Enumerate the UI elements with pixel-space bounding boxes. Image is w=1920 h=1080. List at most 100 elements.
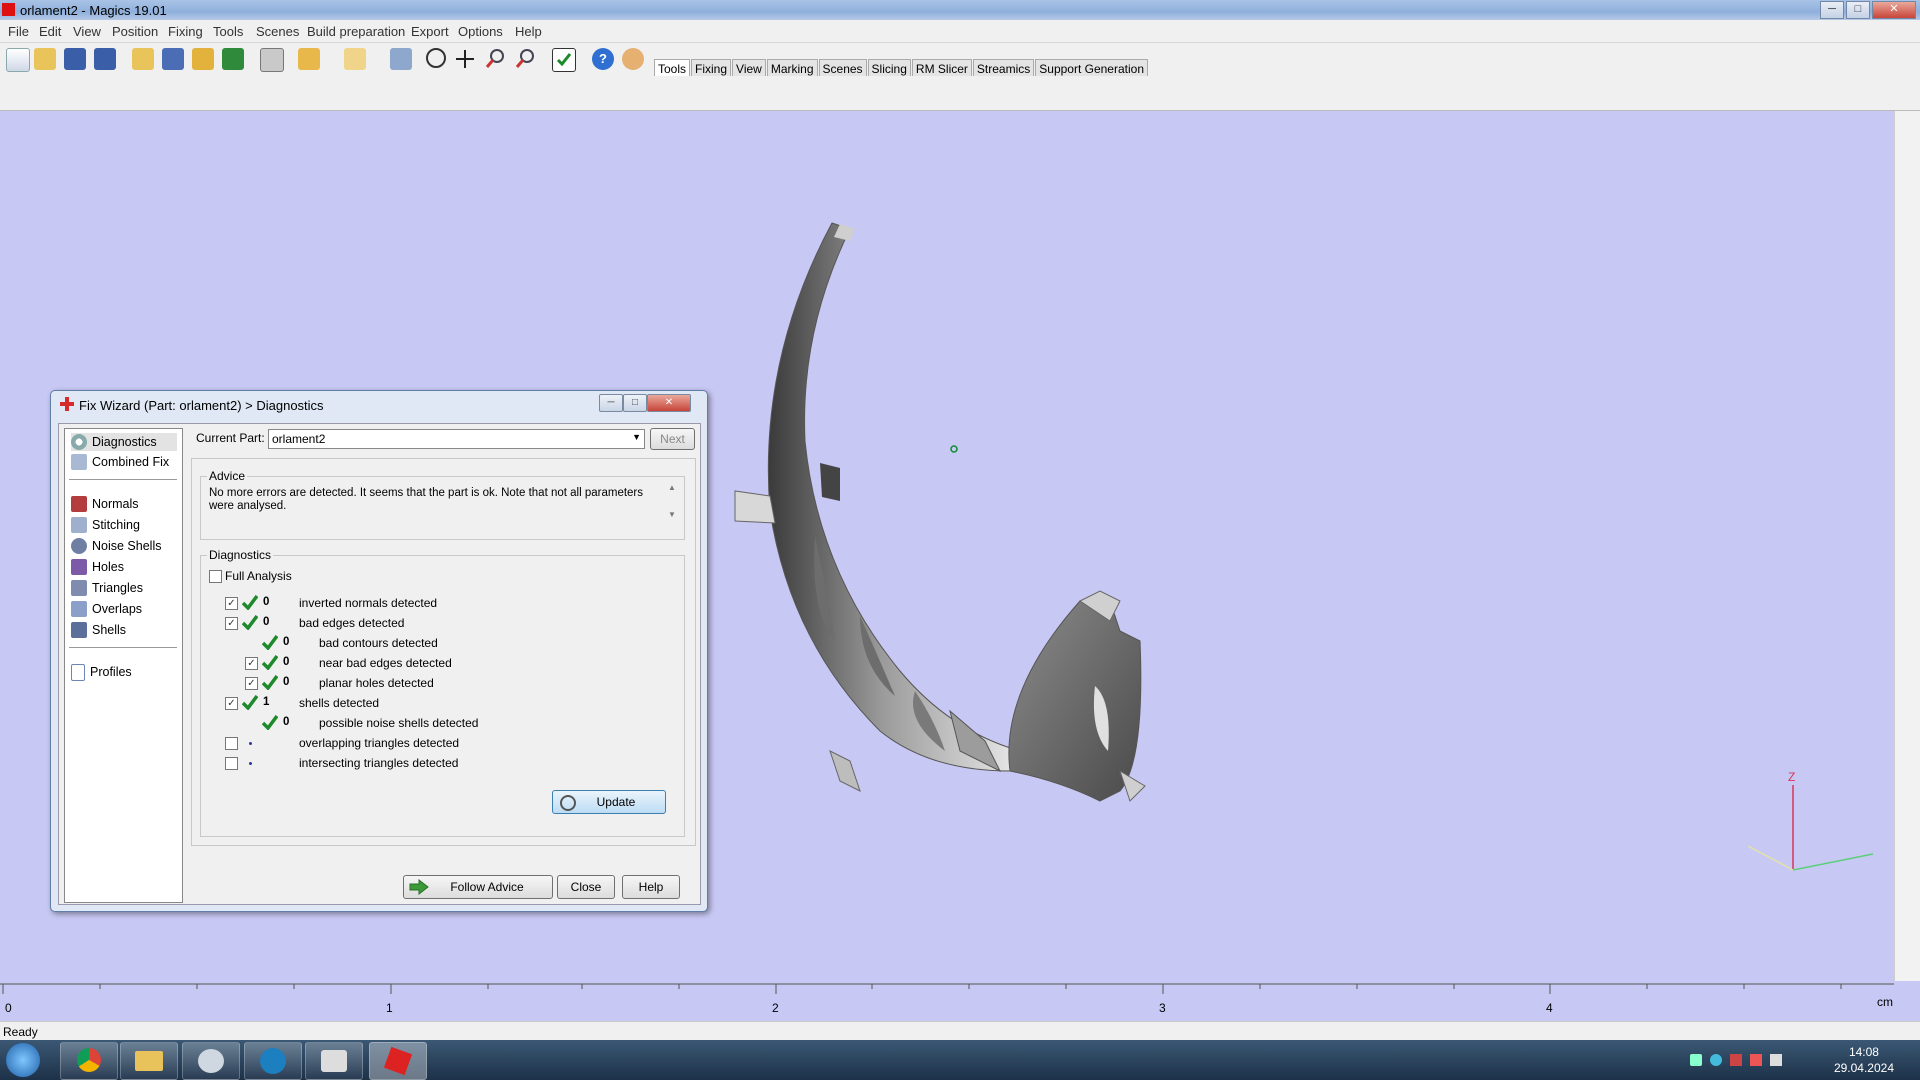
new-file-icon[interactable] — [6, 48, 30, 72]
nav-holes[interactable]: Holes — [71, 558, 124, 576]
clock[interactable]: 14:08 29.04.2024 — [1834, 1044, 1894, 1076]
z-axis-label: Z — [1788, 770, 1795, 784]
menu-file[interactable]: File — [8, 24, 29, 39]
tray-app-icon[interactable] — [1750, 1054, 1762, 1066]
nav-overlaps[interactable]: Overlaps — [71, 600, 142, 618]
load-part-icon[interactable] — [192, 48, 214, 70]
follow-advice-button[interactable]: Follow Advice — [403, 875, 553, 899]
minimize-button[interactable]: ─ — [1820, 1, 1844, 19]
close-dialog-button[interactable]: Close — [557, 875, 615, 899]
diagnostic-checkbox[interactable] — [225, 737, 238, 750]
tray-volume-icon[interactable] — [1770, 1054, 1782, 1066]
nav-stitching[interactable]: Stitching — [71, 516, 140, 534]
diagnostics-panel: Advice No more errors are detected. It s… — [191, 458, 696, 846]
magnifier-icon — [71, 434, 87, 450]
advice-title: Advice — [207, 469, 248, 483]
nav-divider-2 — [69, 647, 177, 648]
zoom-fit-icon[interactable] — [514, 48, 536, 70]
nav-noise-shells[interactable]: Noise Shells — [71, 537, 161, 555]
ruler-label-0: 0 — [5, 1001, 12, 1015]
menu-options[interactable]: Options — [458, 24, 503, 39]
v8-taskbar-icon[interactable] — [244, 1042, 302, 1080]
combined-fix-icon — [71, 454, 87, 470]
diagnostic-label: intersecting triangles detected — [299, 756, 459, 770]
nav-combined-fix[interactable]: Combined Fix — [71, 453, 169, 471]
full-analysis-label: Full Analysis — [225, 569, 292, 583]
nav-shells[interactable]: Shells — [71, 621, 126, 639]
app-icon — [2, 3, 15, 16]
dialog-close-button[interactable]: ✕ — [647, 394, 691, 412]
menu-position[interactable]: Position — [112, 24, 158, 39]
assistant-icon[interactable] — [622, 48, 644, 70]
tray-skype-icon[interactable] — [1710, 1054, 1722, 1066]
rotate-view-icon[interactable] — [426, 48, 446, 68]
nav-normals[interactable]: Normals — [71, 495, 139, 513]
check-icon — [242, 695, 258, 710]
status-bar: Ready — [0, 1021, 1920, 1041]
nav-triangles[interactable]: Triangles — [71, 579, 143, 597]
checklist-icon[interactable] — [552, 48, 576, 72]
magics-taskbar-icon[interactable] — [369, 1042, 427, 1080]
diagnostics-group: Diagnostics Full Analysis ✓ 0 inverted nor… — [200, 548, 685, 837]
dialog-minimize-button[interactable]: ─ — [599, 394, 623, 412]
window-title: orlament2 - Magics 19.01 — [20, 3, 167, 18]
tray-flag-icon[interactable] — [1730, 1054, 1742, 1066]
diagnostic-count: 0 — [263, 616, 270, 628]
diagnostic-checkbox[interactable]: ✓ — [225, 597, 238, 610]
explorer-taskbar-icon[interactable] — [120, 1042, 178, 1080]
diagnostic-count: 0 — [283, 676, 290, 688]
menu-view[interactable]: View — [73, 24, 101, 39]
menu-build-preparation[interactable]: Build preparation — [307, 24, 405, 39]
print-icon[interactable] — [260, 48, 284, 72]
system-tray[interactable] — [1690, 1054, 1810, 1068]
diagnostic-count: 0 — [263, 596, 270, 608]
full-analysis-checkbox[interactable] — [209, 570, 222, 583]
side-panel-scrollbar[interactable] — [1894, 111, 1920, 981]
chrome-taskbar-icon[interactable] — [60, 1042, 118, 1080]
advice-scrollbar[interactable]: ▲ ▼ — [666, 483, 678, 531]
triangles-icon — [71, 580, 87, 596]
menu-export[interactable]: Export — [411, 24, 449, 39]
pan-icon[interactable] — [454, 48, 476, 70]
save-as-icon[interactable] — [94, 48, 116, 70]
close-button[interactable]: ✕ — [1872, 1, 1916, 19]
menu-tools[interactable]: Tools — [213, 24, 243, 39]
nav-profiles[interactable]: Profiles — [71, 663, 132, 681]
tray-network-icon[interactable] — [1690, 1054, 1702, 1066]
save-icon[interactable] — [64, 48, 86, 70]
start-button[interactable] — [6, 1043, 40, 1077]
diagnostic-checkbox[interactable]: ✓ — [225, 617, 238, 630]
import-icon[interactable] — [132, 48, 154, 70]
menu-edit[interactable]: Edit — [39, 24, 61, 39]
select-icon[interactable] — [390, 48, 412, 70]
open-folder-icon[interactable] — [34, 48, 56, 70]
holes-icon — [71, 559, 87, 575]
maximize-button[interactable]: □ — [1846, 1, 1870, 19]
diagnostic-checkbox[interactable]: ✓ — [245, 677, 258, 690]
unload-part-icon[interactable] — [222, 48, 244, 70]
rhino-taskbar-icon[interactable] — [305, 1042, 363, 1080]
menu-fixing[interactable]: Fixing — [168, 24, 203, 39]
help-icon[interactable]: ? — [592, 48, 614, 70]
zoom-icon[interactable] — [484, 48, 506, 70]
menu-scenes[interactable]: Scenes — [256, 24, 299, 39]
nav-diagnostics[interactable]: Diagnostics — [71, 433, 177, 451]
paint-taskbar-icon[interactable] — [182, 1042, 240, 1080]
stitching-icon — [71, 517, 87, 533]
help-button[interactable]: Help — [622, 875, 680, 899]
update-button[interactable]: Update — [552, 790, 666, 814]
diagnostic-checkbox[interactable]: ✓ — [225, 697, 238, 710]
current-part-select[interactable]: orlament2 ▼ — [268, 429, 645, 449]
dialog-body: Diagnostics Combined Fix Normals Stitchi… — [58, 423, 701, 905]
next-button[interactable]: Next — [650, 428, 695, 450]
diagnostic-checkbox[interactable]: ✓ — [245, 657, 258, 670]
dialog-maximize-button[interactable]: □ — [623, 394, 647, 412]
menu-help[interactable]: Help — [515, 24, 542, 39]
dialog-title-bar[interactable]: Fix Wizard (Part: orlament2) > Diagnosti… — [51, 391, 707, 417]
diagnostic-checkbox[interactable] — [225, 757, 238, 770]
pending-dot-icon — [249, 762, 252, 765]
tools-toolbar — [0, 76, 1920, 111]
redo-icon[interactable] — [344, 48, 366, 70]
export-icon[interactable] — [162, 48, 184, 70]
undo-icon[interactable] — [298, 48, 320, 70]
